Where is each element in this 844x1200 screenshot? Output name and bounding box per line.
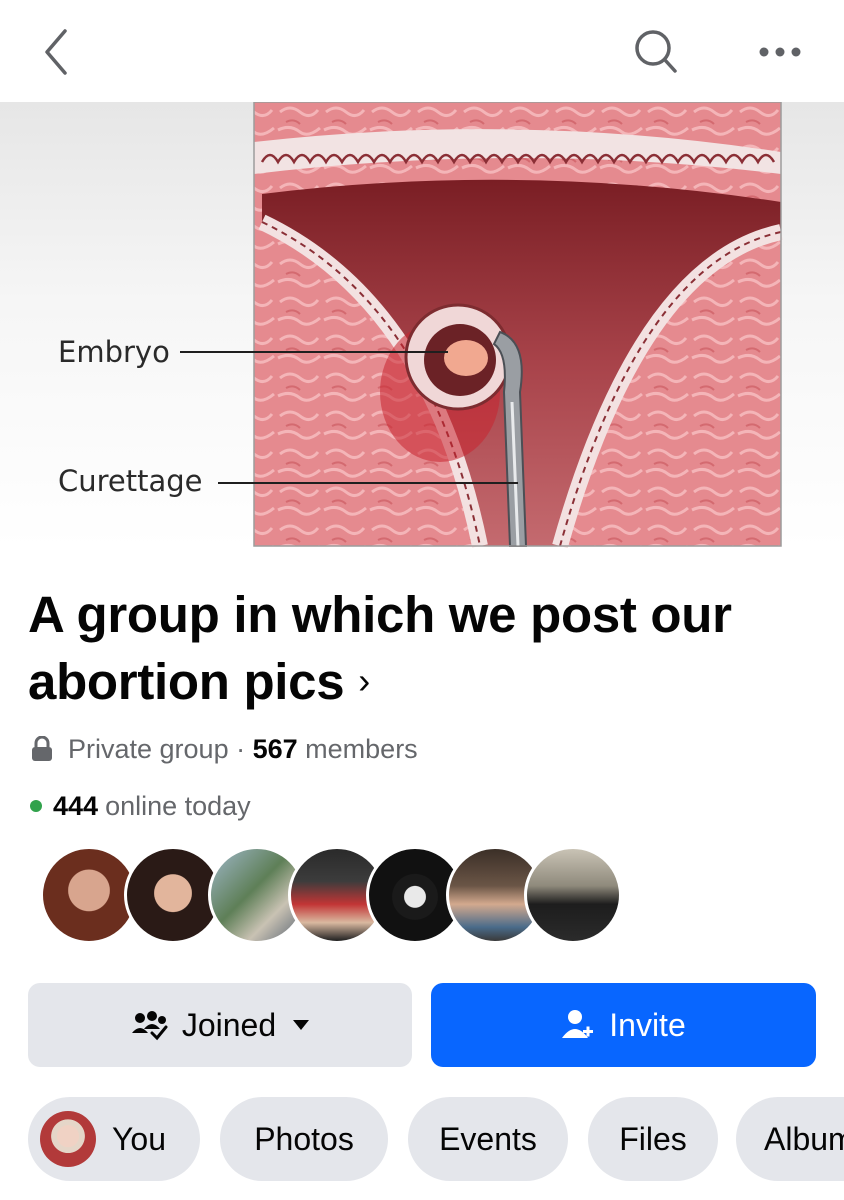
tab-albums[interactable]: Albums [736,1097,844,1181]
top-bar [0,0,844,102]
joined-label: Joined [181,1006,277,1043]
back-button[interactable] [28,22,84,82]
curettage-label: Curettage [58,464,203,498]
group-meta: Private group · 567 members [30,729,418,769]
chevron-left-icon [45,29,67,75]
group-members-icon [130,1009,168,1041]
member-count[interactable]: 567 [253,734,298,765]
tab-label: Files [619,1120,687,1157]
avatar [40,1111,96,1167]
add-person-icon [561,1008,595,1042]
online-label: online today [105,790,251,821]
tab-label: You [112,1120,166,1157]
chevron-right-icon: › [358,660,370,701]
group-title[interactable]: A group in which we post our abortion pi… [28,582,818,715]
invite-label: Invite [609,1006,686,1043]
meta-separator: · [228,733,253,764]
more-horizontal-icon [759,47,801,57]
member-avatars[interactable] [40,846,640,944]
caret-down-icon [292,1019,310,1031]
tab-label: Photos [254,1120,354,1157]
invite-button[interactable]: Invite [431,983,816,1067]
tab-photos[interactable]: Photos [220,1097,388,1181]
online-dot-icon [30,800,42,812]
avatar[interactable] [524,846,622,944]
members-label[interactable]: members [298,734,418,765]
tab-files[interactable]: Files [588,1097,718,1181]
tab-you[interactable]: You [28,1097,200,1181]
tab-label: Albums [764,1120,844,1157]
cover-photo[interactable]: Embryo Curettage [0,102,844,548]
tab-label: Events [439,1120,537,1157]
lock-icon [32,736,52,761]
group-title-text: A group in which we post our abortion pi… [28,586,732,710]
privacy-label: Private group [68,733,229,764]
joined-button[interactable]: Joined [28,983,412,1067]
search-icon [635,30,677,73]
embryo-label: Embryo [58,335,170,369]
tab-events[interactable]: Events [408,1097,568,1181]
more-button[interactable] [750,22,810,82]
search-button[interactable] [626,22,686,82]
group-tabs: You Photos Events Files Albums [28,1097,844,1181]
online-count: 444 [53,790,99,821]
online-status: 444 online today [30,786,251,826]
